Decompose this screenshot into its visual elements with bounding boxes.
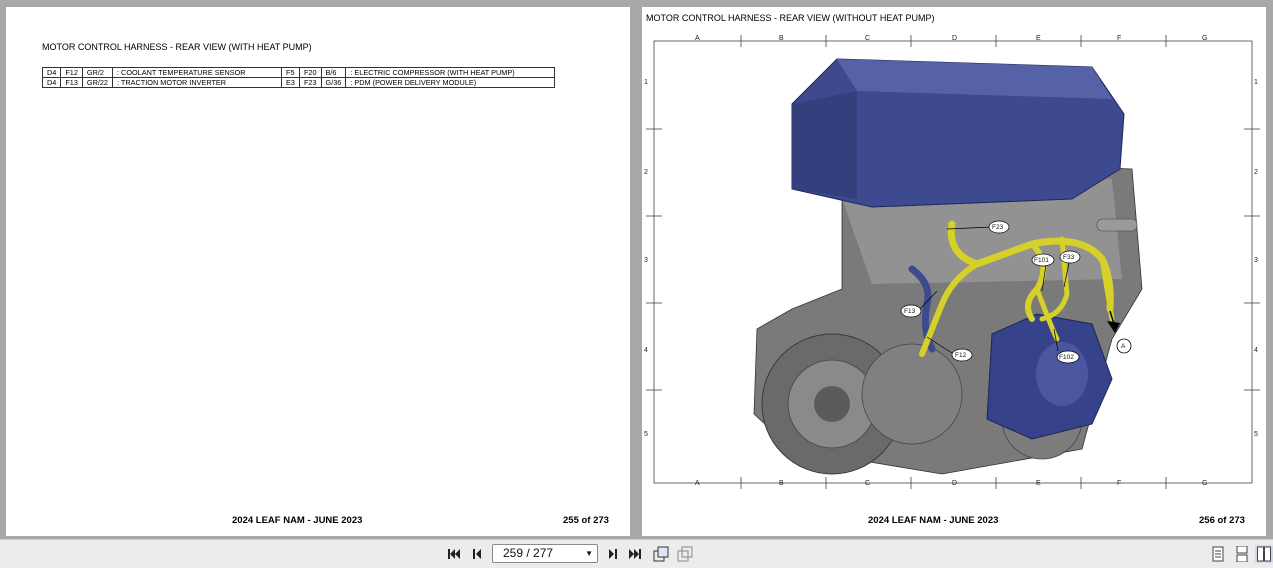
callout-f13: F13: [904, 308, 916, 315]
callout-f12: F12: [955, 352, 967, 359]
grid-col-label: A: [695, 480, 700, 487]
grid-col-label: C: [865, 480, 870, 487]
grid-row-label: 4: [1254, 347, 1258, 354]
table-cell: GR/2: [81, 67, 114, 78]
single-page-icon[interactable]: [1209, 545, 1227, 563]
next-page-icon[interactable]: [604, 545, 622, 563]
chevron-down-icon: ▼: [585, 549, 593, 558]
harness-diagram: A B C D E F G A B C D E F G 1 2 3 4 5 1 …: [644, 35, 1260, 489]
grid-col-label: A: [695, 35, 700, 42]
table-cell: : TRACTION MOTOR INVERTER: [112, 77, 282, 88]
grid-row-label: 3: [1254, 257, 1258, 264]
grid-col-label: C: [865, 35, 870, 42]
grid-col-label: D: [952, 480, 957, 487]
grid-row-label: 1: [1254, 79, 1258, 86]
connector-table: D4 F12 GR/2 : COOLANT TEMPERATURE SENSOR…: [41, 67, 556, 88]
table-cell: F20: [298, 67, 322, 78]
grid-col-label: F: [1117, 35, 1121, 42]
table-cell: F23: [298, 77, 322, 88]
table-cell: G/36: [320, 77, 347, 88]
table-row: D4 F12 GR/2 : COOLANT TEMPERATURE SENSOR…: [41, 67, 556, 78]
grid-row-label: 5: [644, 431, 648, 438]
grid-col-label: F: [1117, 480, 1121, 487]
table-cell: D4: [41, 67, 62, 78]
footer-title: 2024 LEAF NAM - JUNE 2023: [868, 515, 999, 526]
footer-page-number: 256 of 273: [1199, 515, 1245, 526]
last-page-icon[interactable]: [626, 545, 644, 563]
callout-f33: F33: [1063, 254, 1075, 261]
grid-col-label: E: [1036, 480, 1041, 487]
table-cell: F12: [60, 67, 83, 78]
grid-row-label: 1: [644, 79, 648, 86]
copy-icon[interactable]: [676, 545, 694, 563]
table-cell: F5: [281, 67, 300, 78]
grid-col-label: D: [952, 35, 957, 42]
callout-a: A: [1121, 343, 1126, 350]
table-cell: D4: [41, 77, 62, 88]
footer-page-number: 255 of 273: [563, 515, 609, 526]
table-cell: : PDM (POWER DELIVERY MODULE): [345, 77, 556, 88]
grid-row-label: 5: [1254, 431, 1258, 438]
callout-f101: F101: [1034, 257, 1049, 264]
page-title: MOTOR CONTROL HARNESS - REAR VIEW (WITHO…: [646, 13, 935, 23]
page-indicator: 259 / 277: [503, 546, 554, 560]
grid-row-label: 2: [644, 169, 648, 176]
callout-f102: F102: [1059, 354, 1074, 361]
table-cell: : COOLANT TEMPERATURE SENSOR: [112, 67, 282, 78]
footer-title: 2024 LEAF NAM - JUNE 2023: [232, 515, 363, 526]
table-cell: GR/22: [81, 77, 114, 88]
rotate-icon[interactable]: [652, 545, 670, 563]
table-cell: : ELECTRIC COMPRESSOR (WITH HEAT PUMP): [345, 67, 556, 78]
grid-col-label: G: [1202, 480, 1207, 487]
callout-f23: F23: [992, 224, 1004, 231]
first-page-icon[interactable]: [445, 545, 463, 563]
prev-page-icon[interactable]: [468, 545, 486, 563]
grid-col-label: E: [1036, 35, 1041, 42]
right-page: MOTOR CONTROL HARNESS - REAR VIEW (WITHO…: [642, 7, 1266, 536]
table-row: D4 F13 GR/22 : TRACTION MOTOR INVERTER E…: [41, 77, 556, 88]
continuous-icon[interactable]: [1233, 545, 1251, 563]
grid-row-label: 2: [1254, 169, 1258, 176]
grid-col-label: B: [779, 480, 784, 487]
grid-row-label: 4: [644, 347, 648, 354]
grid-col-label: B: [779, 35, 784, 42]
table-cell: F13: [60, 77, 83, 88]
two-page-icon[interactable]: [1255, 545, 1273, 563]
table-cell: E3: [281, 77, 300, 88]
page-number-select[interactable]: 259 / 277 ▼: [492, 544, 598, 563]
left-page: MOTOR CONTROL HARNESS - REAR VIEW (WITH …: [6, 7, 630, 536]
viewer-toolbar: 259 / 277 ▼: [0, 539, 1273, 568]
page-title: MOTOR CONTROL HARNESS - REAR VIEW (WITH …: [42, 42, 312, 52]
grid-col-label: G: [1202, 35, 1207, 42]
grid-row-label: 3: [644, 257, 648, 264]
motor-illustration: [753, 58, 1143, 475]
table-cell: B/6: [320, 67, 347, 78]
